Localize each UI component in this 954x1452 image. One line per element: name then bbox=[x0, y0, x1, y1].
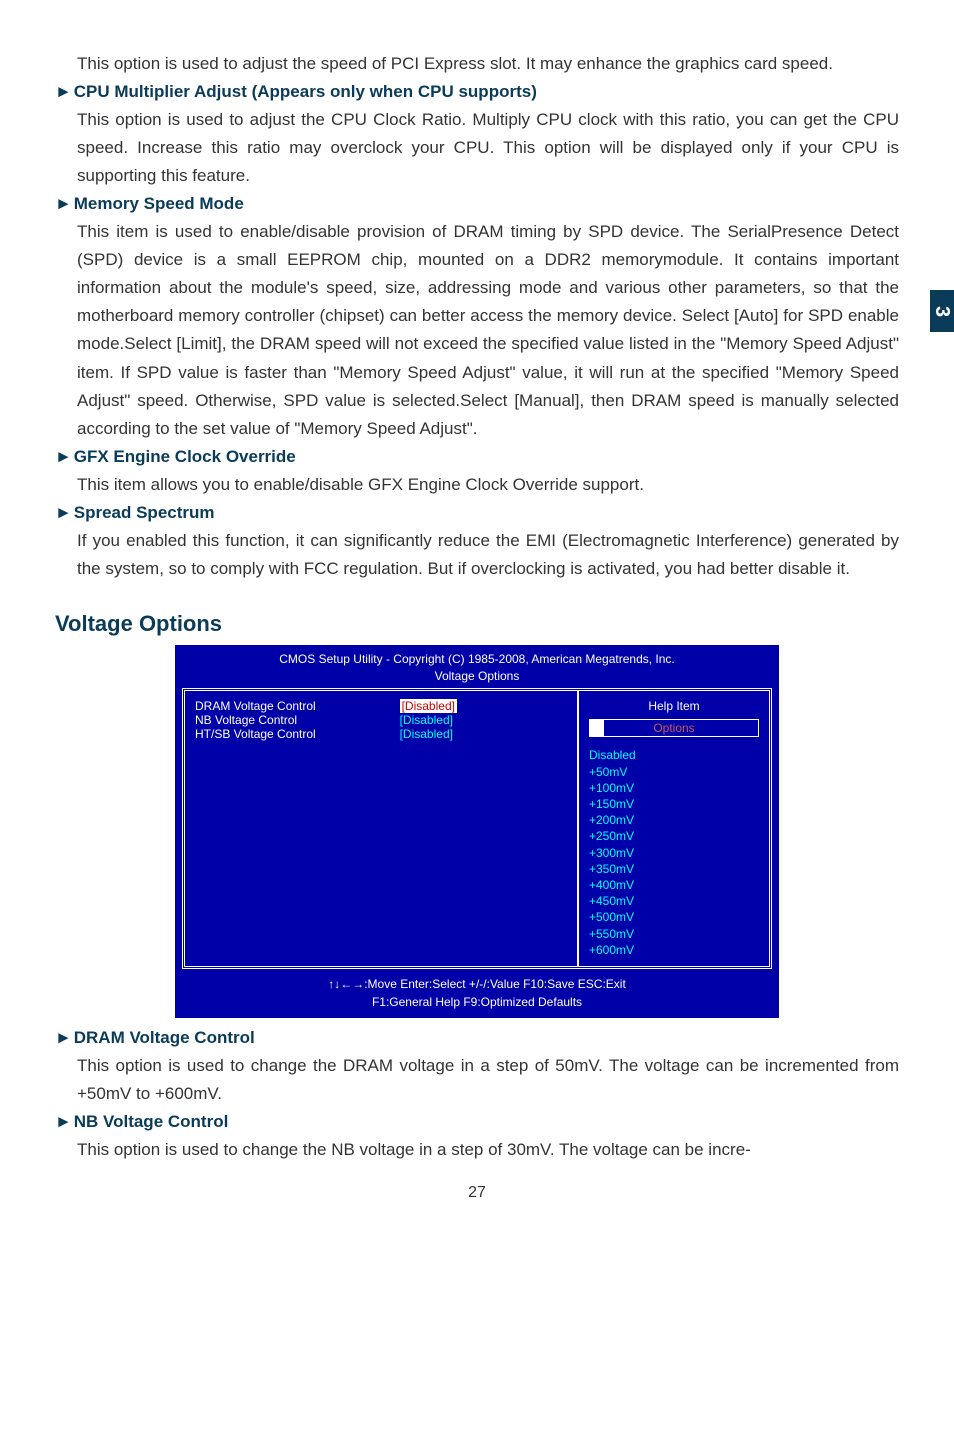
bios-option: +400mV bbox=[589, 877, 759, 893]
section-title-text: Spread Spectrum bbox=[74, 503, 215, 522]
document-page: 3 This option is used to adjust the spee… bbox=[0, 0, 954, 1232]
bios-option: +550mV bbox=[589, 926, 759, 942]
section-body: This item allows you to enable/disable G… bbox=[77, 471, 899, 499]
bios-option: +200mV bbox=[589, 812, 759, 828]
bios-option: +300mV bbox=[589, 845, 759, 861]
bios-title-line2: Voltage Options bbox=[182, 668, 772, 685]
chapter-tab: 3 bbox=[930, 290, 954, 332]
section-body: This option is used to change the DRAM v… bbox=[77, 1052, 899, 1108]
bios-option: +150mV bbox=[589, 796, 759, 812]
bios-option: +100mV bbox=[589, 780, 759, 796]
section-title-text: Memory Speed Mode bbox=[74, 194, 244, 213]
bios-selected-value: [Disabled] bbox=[400, 699, 457, 713]
bios-main-panel: DRAM Voltage Control NB Voltage Control … bbox=[182, 688, 772, 968]
bios-option: +600mV bbox=[589, 942, 759, 958]
bios-options-list: Disabled +50mV +100mV +150mV +200mV +250… bbox=[589, 747, 759, 957]
section-title-text: CPU Multiplier Adjust (Appears only when… bbox=[74, 82, 537, 101]
triangle-icon: ► bbox=[55, 190, 69, 218]
section-heading: ► DRAM Voltage Control bbox=[55, 1024, 899, 1052]
triangle-icon: ► bbox=[55, 1024, 69, 1052]
intro-paragraph: This option is used to adjust the speed … bbox=[77, 50, 899, 78]
bios-options-header: Options bbox=[589, 719, 759, 737]
bios-option: +450mV bbox=[589, 893, 759, 909]
bios-help-title: Help Item bbox=[589, 699, 759, 713]
bios-option: +250mV bbox=[589, 828, 759, 844]
bios-help-panel: Help Item Options Disabled +50mV +100mV … bbox=[577, 691, 769, 965]
bios-values-col: [Disabled] [Disabled] [Disabled] bbox=[400, 699, 567, 957]
bios-option: +50mV bbox=[589, 764, 759, 780]
bios-item-label: NB Voltage Control bbox=[195, 713, 400, 727]
bios-screenshot: CMOS Setup Utility - Copyright (C) 1985-… bbox=[175, 645, 779, 1018]
section-heading: ► Memory Speed Mode bbox=[55, 190, 899, 218]
bios-footer: ↑↓←→:Move Enter:Select +/-/:Value F10:Sa… bbox=[182, 969, 772, 1011]
section-body: This option is used to change the NB vol… bbox=[77, 1136, 899, 1164]
bios-labels-col: DRAM Voltage Control NB Voltage Control … bbox=[195, 699, 400, 957]
section-heading: ► GFX Engine Clock Override bbox=[55, 443, 899, 471]
bios-footer-line1: ↑↓←→:Move Enter:Select +/-/:Value F10:Sa… bbox=[182, 975, 772, 993]
triangle-icon: ► bbox=[55, 78, 69, 106]
page-number: 27 bbox=[55, 1184, 899, 1202]
bios-options-label: Options bbox=[653, 721, 694, 735]
bios-option: +500mV bbox=[589, 909, 759, 925]
section-body: If you enabled this function, it can sig… bbox=[77, 527, 899, 583]
section-heading: ► CPU Multiplier Adjust (Appears only wh… bbox=[55, 78, 899, 106]
section-title-text: NB Voltage Control bbox=[74, 1112, 229, 1131]
section-title-text: GFX Engine Clock Override bbox=[74, 447, 296, 466]
bios-item-label: DRAM Voltage Control bbox=[195, 699, 400, 713]
bios-option: Disabled bbox=[589, 747, 759, 763]
bios-footer-line2: F1:General Help F9:Optimized Defaults bbox=[182, 993, 772, 1011]
section-body: This item is used to enable/disable prov… bbox=[77, 218, 899, 442]
bios-item-value: [Disabled] bbox=[400, 727, 567, 741]
bios-item-value: [Disabled] bbox=[400, 699, 567, 713]
section-title-text: DRAM Voltage Control bbox=[74, 1028, 255, 1047]
section-body: This option is used to adjust the CPU Cl… bbox=[77, 106, 899, 190]
section-heading: ► NB Voltage Control bbox=[55, 1108, 899, 1136]
bios-item-value: [Disabled] bbox=[400, 713, 567, 727]
bios-title: CMOS Setup Utility - Copyright (C) 1985-… bbox=[182, 651, 772, 689]
bios-item-label: HT/SB Voltage Control bbox=[195, 727, 400, 741]
chapter-number: 3 bbox=[931, 305, 954, 316]
triangle-icon: ► bbox=[55, 1108, 69, 1136]
triangle-icon: ► bbox=[55, 499, 69, 527]
bios-title-line1: CMOS Setup Utility - Copyright (C) 1985-… bbox=[182, 651, 772, 668]
bios-option: +350mV bbox=[589, 861, 759, 877]
bios-settings-list: DRAM Voltage Control NB Voltage Control … bbox=[185, 691, 577, 965]
voltage-options-title: Voltage Options bbox=[55, 611, 899, 637]
section-heading: ► Spread Spectrum bbox=[55, 499, 899, 527]
triangle-icon: ► bbox=[55, 443, 69, 471]
